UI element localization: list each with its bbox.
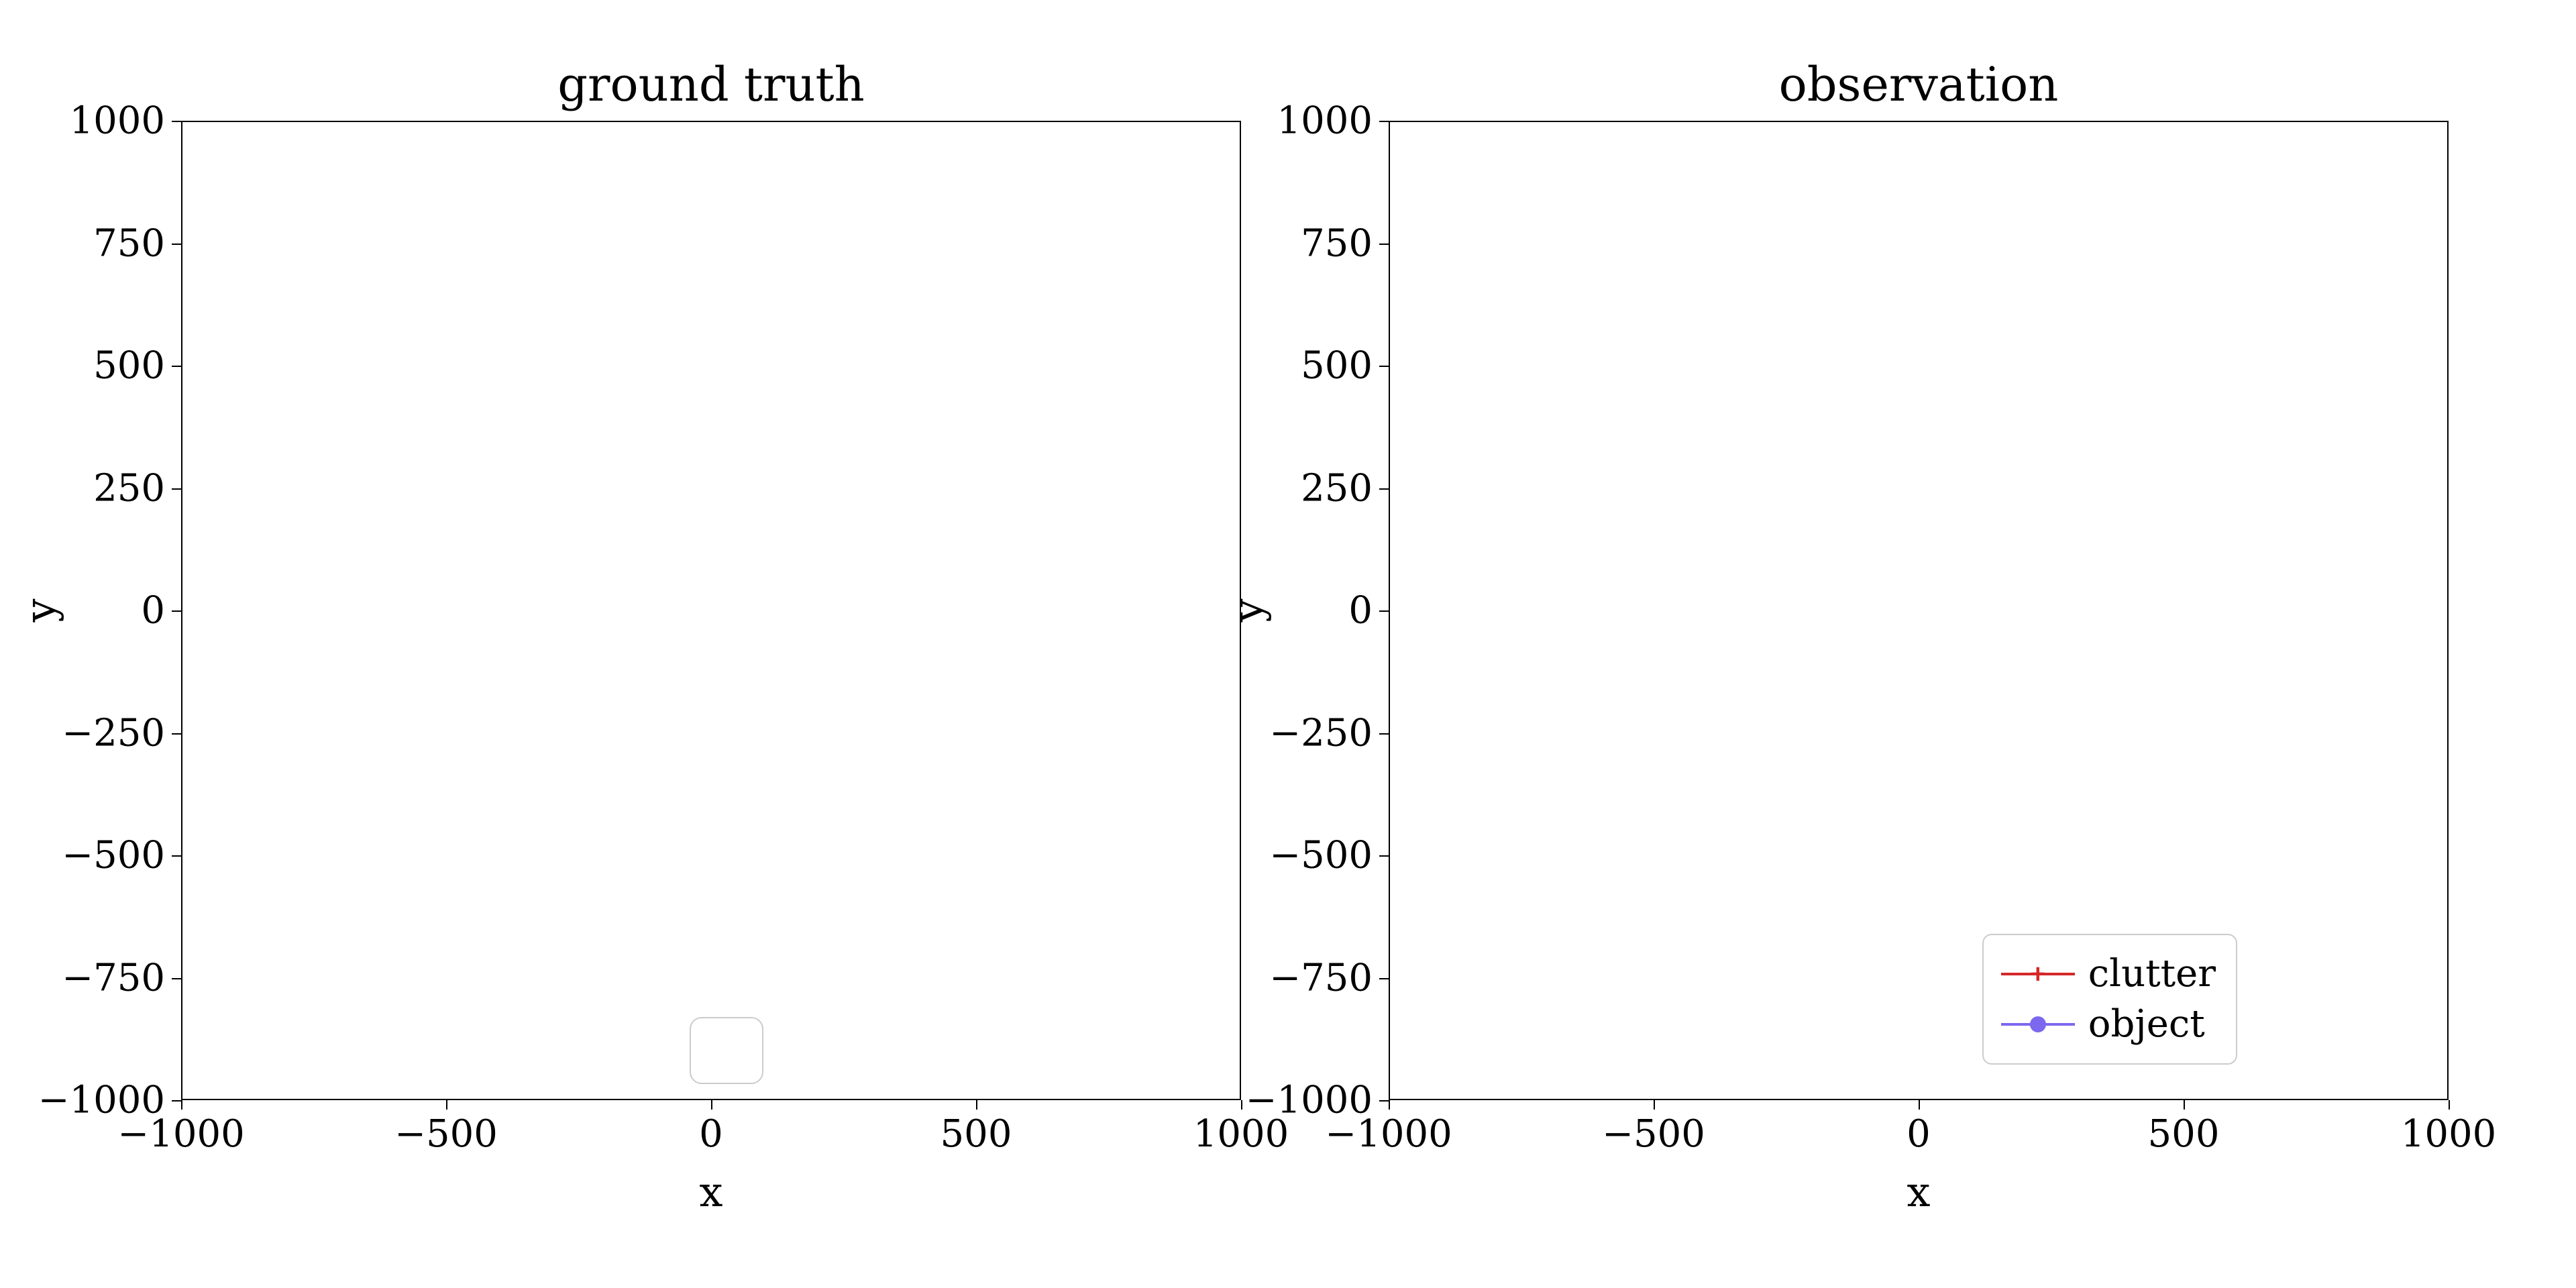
subplot-observation: observation −1000 −500 0 500 1000 −1000 … [1389, 121, 2449, 1100]
x-tick [1241, 1100, 1242, 1110]
legend-swatch-clutter: + [2001, 955, 2075, 993]
y-tick [1379, 121, 1389, 122]
y-tick-label: −500 [62, 834, 165, 877]
x-tick-label: 500 [941, 1112, 1012, 1156]
y-tick-label: 1000 [69, 99, 165, 143]
y-tick-label: −1000 [38, 1079, 165, 1122]
y-tick-label: −500 [1269, 834, 1373, 877]
x-tick-label: 500 [2148, 1112, 2220, 1156]
y-tick [1379, 855, 1389, 857]
y-tick-label: −1000 [1246, 1079, 1373, 1122]
legend-item-clutter: + clutter [2001, 949, 2216, 1000]
x-tick [181, 1100, 182, 1110]
subplot-ground-truth: ground truth −1000 −500 0 500 1000 −1000… [181, 121, 1241, 1100]
y-axis-label: y [1224, 598, 1273, 622]
y-tick-label: 500 [93, 344, 165, 388]
plus-icon: + [2030, 961, 2045, 987]
y-tick-label: 250 [1301, 466, 1373, 510]
y-tick-label: 500 [1301, 344, 1373, 388]
y-tick [172, 488, 181, 490]
x-tick-label: 1000 [2401, 1112, 2497, 1156]
x-tick [446, 1100, 447, 1110]
y-tick [172, 1100, 181, 1102]
x-tick-label: 0 [699, 1112, 723, 1156]
x-tick [2449, 1100, 2450, 1110]
y-tick [172, 855, 181, 857]
figure: ground truth −1000 −500 0 500 1000 −1000… [0, 0, 2576, 1288]
y-tick-label: 0 [1348, 589, 1373, 633]
x-tick [2184, 1100, 2185, 1110]
y-axis-label: y [16, 598, 65, 622]
x-tick [976, 1100, 977, 1110]
empty-legend-box [690, 1017, 763, 1084]
x-tick [711, 1100, 712, 1110]
x-tick [1654, 1100, 1655, 1110]
legend: + clutter object [1982, 934, 2237, 1065]
y-tick-label: 1000 [1277, 99, 1373, 143]
legend-swatch-object [2001, 1006, 2075, 1043]
x-axis-label: x [1907, 1167, 1931, 1216]
y-tick [172, 366, 181, 367]
x-tick-label: −500 [1602, 1112, 1705, 1156]
y-tick-label: −250 [1269, 711, 1373, 755]
y-tick [1379, 488, 1389, 490]
y-tick-label: 750 [1301, 221, 1373, 265]
y-tick-label: 250 [93, 466, 165, 510]
y-tick [1379, 733, 1389, 735]
y-tick [1379, 244, 1389, 245]
y-tick-label: −250 [62, 711, 165, 755]
dot-icon [2030, 1016, 2046, 1032]
x-tick-label: −500 [394, 1112, 498, 1156]
y-tick-label: 750 [93, 221, 165, 265]
y-tick [172, 733, 181, 735]
x-axis-label: x [700, 1167, 723, 1216]
y-tick [172, 121, 181, 122]
y-tick [172, 978, 181, 979]
y-tick [1379, 366, 1389, 367]
y-tick [1379, 978, 1389, 979]
y-tick [172, 610, 181, 612]
x-tick-label: 0 [1907, 1112, 1931, 1156]
legend-label: clutter [2088, 949, 2216, 1000]
y-tick [1379, 1100, 1389, 1102]
subplot-title: ground truth [181, 57, 1241, 112]
x-tick [1919, 1100, 1920, 1110]
y-tick-label: −750 [1269, 956, 1373, 1000]
x-tick [1389, 1100, 1390, 1110]
legend-item-object: object [2001, 999, 2216, 1050]
y-tick [172, 244, 181, 245]
legend-label: object [2088, 999, 2205, 1050]
subplot-title: observation [1389, 57, 2449, 112]
y-tick [1379, 610, 1389, 612]
y-tick-label: −750 [62, 956, 165, 1000]
y-tick-label: 0 [141, 589, 165, 633]
axes-frame [181, 121, 1241, 1100]
axes-frame [1389, 121, 2449, 1100]
